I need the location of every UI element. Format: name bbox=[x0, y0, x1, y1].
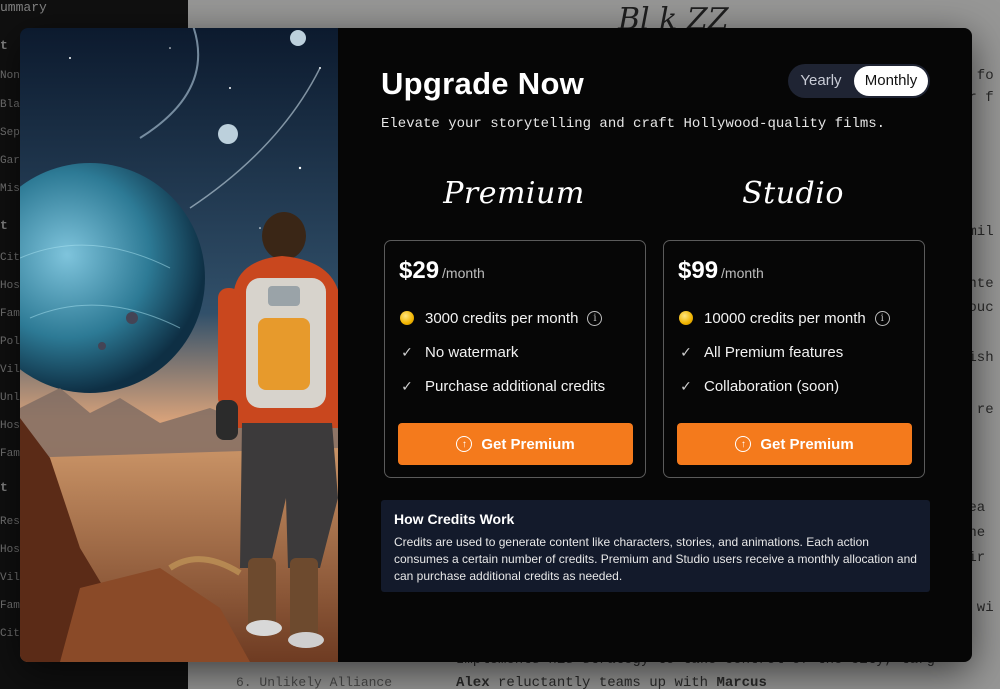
plan-feature: ✓ All Premium features bbox=[678, 341, 843, 363]
get-premium-button[interactable]: ↑ Get Premium bbox=[398, 423, 633, 465]
feature-text: Purchase additional credits bbox=[425, 377, 606, 395]
button-label: Get Premium bbox=[760, 435, 854, 453]
plan-feature-credits: 10000 credits per month i bbox=[678, 307, 890, 329]
coin-icon bbox=[399, 310, 415, 326]
credits-info-body: Credits are used to generate content lik… bbox=[394, 535, 917, 583]
plan-price: $29/month bbox=[399, 257, 485, 285]
astronaut-illustration bbox=[20, 28, 338, 662]
feature-text: No watermark bbox=[425, 343, 519, 361]
price-period: /month bbox=[442, 265, 485, 281]
plan-price: $99/month bbox=[678, 257, 764, 285]
upgrade-content: Upgrade Now Elevate your storytelling an… bbox=[338, 28, 972, 662]
credits-info-panel: How Credits Work Credits are used to gen… bbox=[381, 500, 930, 592]
billing-period-toggle[interactable]: Yearly Monthly bbox=[788, 64, 930, 98]
modal-title: Upgrade Now bbox=[381, 66, 585, 101]
toggle-monthly[interactable]: Monthly bbox=[854, 66, 928, 96]
plan-feature: ✓ Purchase additional credits bbox=[399, 375, 605, 397]
plan-feature: ✓ Collaboration (soon) bbox=[678, 375, 839, 397]
feature-text: Collaboration (soon) bbox=[704, 377, 840, 395]
check-icon: ✓ bbox=[680, 343, 692, 360]
toggle-yearly[interactable]: Yearly bbox=[790, 66, 852, 96]
get-studio-button[interactable]: ↑ Get Premium bbox=[677, 423, 912, 465]
plan-card-premium: $29/month 3000 credits per month i ✓ No … bbox=[384, 240, 646, 478]
check-icon: ✓ bbox=[401, 377, 413, 394]
credits-info-title: How Credits Work bbox=[394, 511, 515, 527]
coin-icon bbox=[678, 310, 694, 326]
plan-card-studio: $99/month 10000 credits per month i ✓ Al… bbox=[663, 240, 925, 478]
modal-subtitle: Elevate your storytelling and craft Holl… bbox=[381, 116, 886, 132]
price-period: /month bbox=[721, 265, 764, 281]
price-amount: $29 bbox=[399, 257, 440, 284]
feature-text: 3000 credits per month bbox=[425, 309, 579, 327]
plan-name-premium: Premium bbox=[443, 176, 585, 211]
info-icon[interactable]: i bbox=[874, 310, 890, 326]
feature-text: All Premium features bbox=[704, 343, 844, 361]
plan-name-studio: Studio bbox=[742, 176, 844, 211]
arrow-up-circle-icon: ↑ bbox=[456, 436, 473, 452]
plan-feature: ✓ No watermark bbox=[399, 341, 518, 363]
button-label: Get Premium bbox=[481, 435, 575, 453]
plan-feature-credits: 3000 credits per month i bbox=[399, 307, 603, 329]
info-icon[interactable]: i bbox=[587, 310, 603, 326]
price-amount: $99 bbox=[678, 257, 719, 284]
upgrade-modal: Upgrade Now Elevate your storytelling an… bbox=[20, 28, 972, 662]
check-icon: ✓ bbox=[401, 343, 413, 360]
check-icon: ✓ bbox=[680, 377, 692, 394]
feature-text: 10000 credits per month bbox=[704, 309, 866, 327]
arrow-up-circle-icon: ↑ bbox=[735, 436, 752, 452]
